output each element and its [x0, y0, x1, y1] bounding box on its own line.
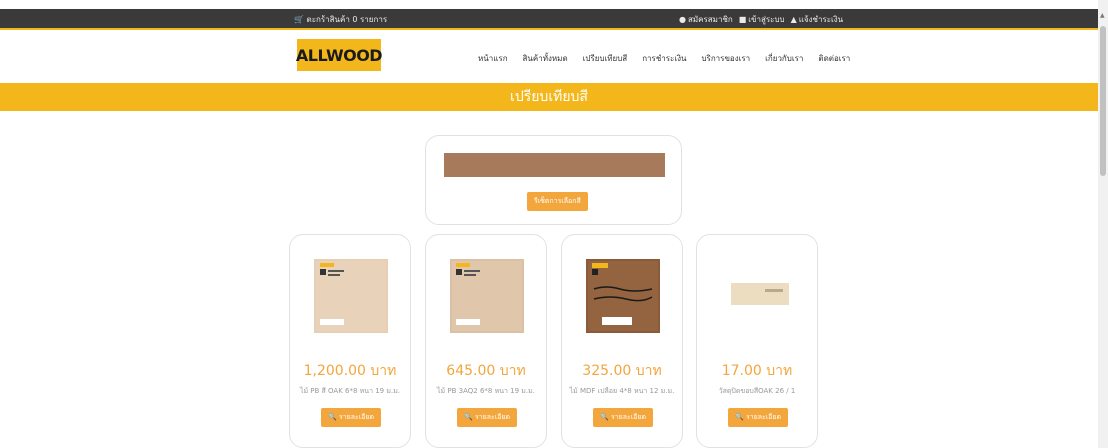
reset-color-button[interactable]: รีเซ็ตการเลือกสี [527, 192, 588, 211]
nav-item-color-compare[interactable]: เปรียบเทียบสี [583, 52, 628, 65]
product-image [450, 259, 524, 333]
site-logo[interactable]: ALLWOOD [295, 39, 383, 71]
search-icon: 🔍 [735, 413, 744, 421]
search-icon: 🔍 [328, 413, 337, 421]
nav-item-home[interactable]: หน้าแรก [478, 52, 508, 65]
thumbs-up-icon: ▲ [790, 15, 797, 24]
product-price: 325.00 บาท [582, 363, 662, 379]
nav-item-contact[interactable]: ติดต่อเรา [818, 52, 850, 65]
product-price: 17.00 บาท [721, 363, 793, 379]
account-links: ● สมัครสมาชิก ■ เข้าสู่ระบบ ▲ แจ้งชำระเง… [679, 13, 843, 26]
product-card: 1,200.00 บาท ไม้ PB สี OAK 6*8 หนา 19 ม.… [289, 234, 411, 448]
lock-icon: ■ [738, 15, 747, 24]
color-compare-card: รีเซ็ตการเลือกสี [425, 135, 682, 225]
page-scrollbar[interactable]: ▲ [1098, 0, 1108, 448]
product-card: 645.00 บาท ไม้ PB 3AQ2 6*8 หนา 19 ม.ม. 🔍… [425, 234, 547, 448]
details-button[interactable]: 🔍 รายละเอียด [321, 408, 382, 427]
search-icon: 🔍 [464, 413, 473, 421]
payment-notify-label: แจ้งชำระเงิน [798, 15, 844, 24]
nav-item-payment[interactable]: การชำระเงิน [642, 52, 686, 65]
cart-link[interactable]: 🛒 ตะกร้าสินค้า 0 รายการ [294, 13, 387, 26]
cart-icon: 🛒 [294, 15, 304, 24]
product-image [721, 259, 795, 333]
details-label: รายละเอียด [338, 413, 375, 421]
product-card: 17.00 บาท วัสดุปิดขอบสีOAK 26 / 1 🔍 รายล… [696, 234, 818, 448]
register-label: สมัครสมาชิก [687, 15, 733, 24]
product-image [586, 259, 660, 333]
cart-label: ตะกร้าสินค้า 0 รายการ [306, 15, 388, 24]
scrollbar-thumb[interactable] [1100, 26, 1106, 176]
top-bar: 🛒 ตะกร้าสินค้า 0 รายการ ● สมัครสมาชิก ■ … [0, 9, 1098, 30]
nav-item-services[interactable]: บริการของเรา [701, 52, 750, 65]
details-button[interactable]: 🔍 รายละเอียด [457, 408, 518, 427]
nav-item-about[interactable]: เกี่ยวกับเรา [765, 52, 803, 65]
details-label: รายละเอียด [474, 413, 511, 421]
register-link[interactable]: ● สมัครสมาชิก [679, 13, 733, 26]
login-link[interactable]: ■ เข้าสู่ระบบ [739, 13, 785, 26]
product-name: ไม้ PB สี OAK 6*8 หนา 19 ม.ม. [299, 387, 401, 395]
product-name: ไม้ PB 3AQ2 6*8 หนา 19 ม.ม. [437, 387, 535, 395]
login-label: เข้าสู่ระบบ [748, 15, 785, 24]
product-name: ไม้ MDF เปลือย 4*8 หนา 12 ม.ม. [569, 387, 675, 395]
color-swatch [444, 153, 665, 177]
main-nav: หน้าแรก สินค้าทั้งหมด เปรียบเทียบสี การช… [478, 52, 850, 65]
product-price: 645.00 บาท [446, 363, 526, 379]
details-button[interactable]: 🔍 รายละเอียด [593, 408, 654, 427]
page: 🛒 ตะกร้าสินค้า 0 รายการ ● สมัครสมาชิก ■ … [0, 0, 1108, 448]
search-icon: 🔍 [600, 413, 609, 421]
page-title: เปรียบเทียบสี [510, 89, 588, 105]
payment-notify-link[interactable]: ▲ แจ้งชำระเงิน [791, 13, 844, 26]
product-name: วัสดุปิดขอบสีOAK 26 / 1 [718, 387, 796, 395]
scroll-up-icon[interactable]: ▲ [1100, 12, 1105, 19]
details-label: รายละเอียด [745, 413, 782, 421]
product-image [314, 259, 388, 333]
page-title-banner: เปรียบเทียบสี [0, 83, 1098, 111]
nav-item-all-products[interactable]: สินค้าทั้งหมด [523, 52, 568, 65]
logo-text: ALLWOOD [295, 45, 383, 65]
details-label: รายละเอียด [610, 413, 647, 421]
product-card: 325.00 บาท ไม้ MDF เปลือย 4*8 หนา 12 ม.ม… [561, 234, 683, 448]
user-icon: ● [679, 15, 686, 24]
details-button[interactable]: 🔍 รายละเอียด [728, 408, 789, 427]
product-price: 1,200.00 บาท [303, 363, 397, 379]
